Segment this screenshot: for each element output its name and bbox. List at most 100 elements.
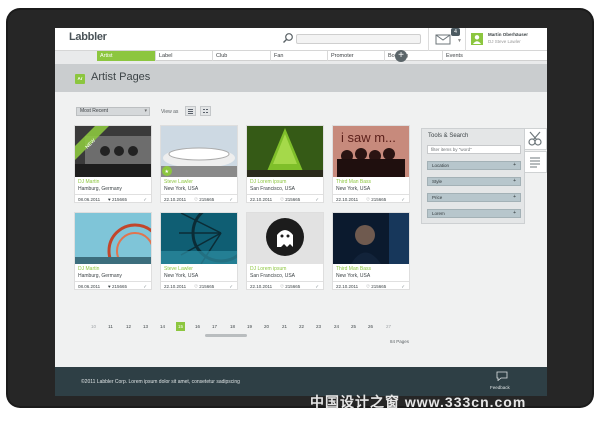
chevron-down-icon[interactable]: ▼ [457,38,462,44]
card-stats: 08.06.2011 ♥ 215665 ✓ [75,194,151,203]
page-link[interactable]: 26 [366,322,375,331]
page-link[interactable]: 19 [245,322,254,331]
check-icon[interactable]: ✓ [315,282,319,291]
heart-icon[interactable]: ♥ 215665 [108,195,127,204]
filter-price[interactable]: Price + [427,193,521,202]
check-icon[interactable]: ✓ [229,195,233,204]
page-link[interactable]: 11 [106,322,115,331]
artist-card[interactable]: DJ Lorem ipsum San Francisco, USA 22.10.… [246,212,324,290]
artist-photo [333,213,409,264]
artist-card[interactable]: DJ Lorem ipsum San Francisco, USA 22.10.… [246,125,324,203]
artist-card[interactable]: Steve Lawler New York, USA 22.10.2011 ♡ … [160,212,238,290]
tools-search-panel: Tools & Search filter items by "word" Lo… [421,128,525,224]
artist-name[interactable]: Steve Lawler [164,179,193,185]
page-link[interactable]: 17 [210,322,219,331]
artist-name[interactable]: DJ Lorem ipsum [250,266,286,272]
heart-icon[interactable]: ♡ 215665 [194,282,214,291]
nav-tab-events[interactable]: Events [442,51,500,61]
page-link[interactable]: 22 [297,322,306,331]
heart-icon[interactable]: ♡ 215665 [280,282,300,291]
user-icon[interactable] [471,33,483,45]
check-icon[interactable]: ✓ [315,195,319,204]
nav-tab-label[interactable]: Label [155,51,212,61]
check-icon[interactable]: ✓ [401,282,405,291]
artist-card[interactable]: DJ Martin Hamburg, Germany 08.06.2011 ♥ … [74,212,152,290]
pagination-scrollbar[interactable] [205,334,247,337]
nav-tab-fan[interactable]: Fan [270,51,327,61]
page-link[interactable]: 16 [193,322,202,331]
nav-tab-promoter[interactable]: Promoter [327,51,384,61]
heart-icon[interactable]: ♡ 215665 [366,282,386,291]
card-date: 22.10.2011 [164,284,187,289]
tools-tab[interactable] [525,128,547,150]
heart-icon[interactable]: ♥ 215665 [108,282,127,291]
filter-lorem[interactable]: Lorem + [427,209,521,218]
artist-card[interactable]: i saw m... Third Man Bass New York, USA … [332,125,410,203]
page-link[interactable]: 25 [349,322,358,331]
card-date: 22.10.2011 [164,197,187,202]
page-link-current[interactable]: 15 [176,322,185,331]
artist-photo [75,213,151,264]
page-link[interactable]: 12 [124,322,133,331]
feedback-link[interactable]: Feedback [490,385,510,390]
nav-tab-booking[interactable]: Booking [384,51,442,61]
feedback-icon[interactable] [496,371,508,381]
page-link[interactable]: 13 [141,322,150,331]
artist-name[interactable]: DJ Martin [78,179,99,185]
like-count: 215665 [199,284,215,289]
check-icon[interactable]: ✓ [143,282,147,291]
sort-select[interactable]: Most Recent ▾ [76,107,150,116]
card-date: 22.10.2011 [250,284,273,289]
heart-icon[interactable]: ♡ 215665 [280,195,300,204]
view-as-label: View as [161,109,179,115]
artist-page-icon: Ar [75,74,85,84]
check-icon[interactable]: ✓ [143,195,147,204]
heart-icon[interactable]: ♡ 215665 [366,195,386,204]
artist-photo: i saw m... [333,126,409,177]
artist-photo [247,213,323,264]
heart-icon[interactable]: ♡ 215665 [194,195,214,204]
check-icon[interactable]: ✓ [401,195,405,204]
filter-style[interactable]: Style + [427,177,521,186]
plus-icon: + [513,210,516,216]
page-link[interactable]: 10 [89,322,98,331]
page-link[interactable]: 27 [384,322,393,331]
page-link[interactable]: 23 [314,322,323,331]
notes-tab[interactable] [525,151,547,173]
add-button[interactable]: + [395,50,407,62]
filter-location[interactable]: Location + [427,161,521,170]
user-name[interactable]: Martin Oberhäuser [488,32,528,37]
page-link[interactable]: 20 [262,322,271,331]
artist-location: San Francisco, USA [250,186,296,192]
page-link[interactable]: 14 [158,322,167,331]
artist-card[interactable]: ★ Steve Lawler New York, USA 22.10.2011 … [160,125,238,203]
artist-name[interactable]: Third Man Bass [336,179,371,185]
page-link[interactable]: 18 [228,322,237,331]
artist-location: Hamburg, Germany [78,273,122,279]
labbler-logo[interactable]: Labbler [69,31,107,43]
page-link[interactable]: 21 [280,322,289,331]
list-view-button[interactable] [185,106,196,116]
filter-input[interactable]: filter items by "word" [427,145,521,154]
plus-icon: + [513,178,516,184]
card-date: 22.10.2011 [336,197,359,202]
tools-title: Tools & Search [428,133,469,139]
check-icon[interactable]: ✓ [229,282,233,291]
artist-name[interactable]: DJ Martin [78,266,99,272]
card-date: 22.10.2011 [336,284,359,289]
nav-tab-club[interactable]: Club [212,51,270,61]
search-input[interactable] [296,34,421,44]
artist-name[interactable]: Third Man Bass [336,266,371,272]
artist-card[interactable]: NEW DJ Martin Hamburg, Germany 08.06.201… [74,125,152,203]
artist-name[interactable]: Steve Lawler [164,266,193,272]
svg-text:★: ★ [165,169,170,175]
nav-tab-artist[interactable]: Artist [97,51,155,61]
grid-view-button[interactable] [200,106,211,116]
card-stats: 08.06.2011 ♥ 215665 ✓ [75,281,151,290]
search-icon[interactable] [282,32,294,44]
artist-card[interactable]: Third Man Bass New York, USA 22.10.2011 … [332,212,410,290]
page-link[interactable]: 24 [332,322,341,331]
artist-name[interactable]: DJ Lorem ipsum [250,179,286,185]
mail-icon[interactable] [435,33,451,45]
copyright-text: ©2011 Labbler Corp. Lorem ipsum dolor si… [81,379,240,385]
